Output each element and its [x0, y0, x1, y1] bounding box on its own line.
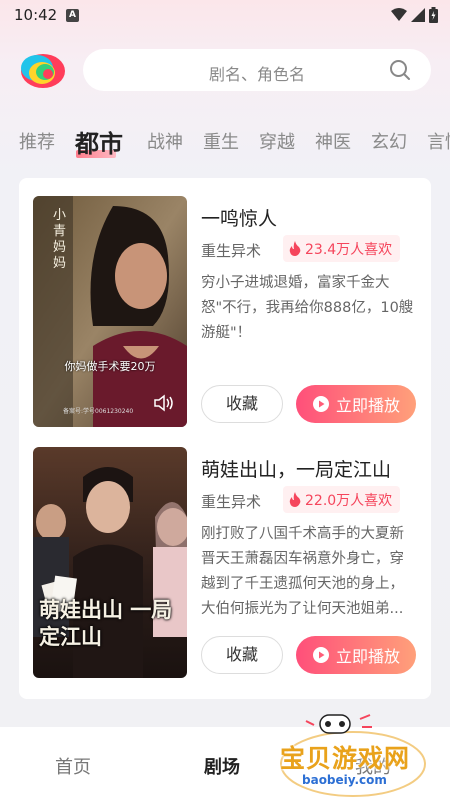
favorite-button[interactable]: 收藏 — [201, 636, 283, 674]
search-placeholder: 剧名、角色名 — [208, 65, 305, 84]
drama-title[interactable]: 一鸣惊人 — [201, 204, 277, 231]
watermark-text: 宝贝游戏网 — [280, 744, 411, 773]
likes-count: 22.0万人喜欢 — [305, 492, 393, 509]
site-watermark: 宝贝游戏网 baobeiy.com — [270, 709, 430, 797]
tab-recommend[interactable]: 推荐 — [19, 128, 55, 154]
tab-war-god[interactable]: 战神 — [147, 128, 183, 154]
drama-list: 小青妈妈 你妈做手术要20万 备案号:学号0061230240 一鸣惊人 重生异… — [19, 178, 431, 699]
tab-fantasy[interactable]: 玄幻 — [371, 128, 407, 154]
poster-vertical-text: 小青妈妈 — [53, 208, 67, 271]
wifi-icon — [391, 8, 407, 21]
search-icon[interactable] — [389, 59, 411, 81]
status-icons — [391, 7, 438, 23]
poster-caption: 你妈做手术要20万 — [64, 360, 156, 373]
drama-description: 穷小子进城退婚，富家千金大怒"不行，我再给你888亿，10艘游艇"！ — [201, 275, 414, 341]
tab-time-travel[interactable]: 穿越 — [259, 128, 295, 154]
status-bar: 10:42 A — [0, 0, 450, 32]
play-now-button[interactable]: 立即播放 — [296, 385, 416, 423]
poster-license: 备案号:学号0061230240 — [63, 408, 134, 415]
play-icon — [312, 647, 329, 663]
notification-icon: A — [66, 9, 79, 22]
play-icon — [312, 396, 329, 412]
play-now-button[interactable]: 立即播放 — [296, 636, 416, 674]
drama-card[interactable]: 小青妈妈 你妈做手术要20万 备案号:学号0061230240 一鸣惊人 重生异… — [19, 178, 431, 427]
tab-divine-doctor[interactable]: 神医 — [315, 128, 351, 154]
status-time: 10:42 — [14, 6, 58, 24]
battery-icon — [429, 7, 438, 23]
app-logo-icon[interactable] — [18, 51, 66, 89]
category-tabs: 推荐 都市 战神 重生 穿越 神医 玄幻 言情 — [0, 124, 450, 160]
drama-poster[interactable]: 小青妈妈 你妈做手术要20万 备案号:学号0061230240 — [33, 196, 187, 427]
tab-rebirth[interactable]: 重生 — [203, 128, 239, 154]
play-now-label: 立即播放 — [335, 396, 400, 415]
search-bar[interactable]: 剧名、角色名 — [83, 49, 431, 91]
favorite-button[interactable]: 收藏 — [201, 385, 283, 423]
volume-icon[interactable] — [153, 394, 175, 412]
flame-icon — [289, 241, 301, 256]
drama-card[interactable]: 萌娃出山 一局定江山 萌娃出山，一局定江山 重生异术 22.0万人喜欢 刚打败了… — [19, 429, 431, 678]
nav-theater[interactable]: 剧场 — [204, 753, 240, 779]
drama-title[interactable]: 萌娃出山，一局定江山 — [201, 455, 391, 482]
drama-genre: 重生异术 — [201, 242, 262, 260]
likes-badge: 22.0万人喜欢 — [283, 486, 401, 513]
poster-title: 萌娃出山 一局定江山 — [39, 598, 173, 649]
watermark-url: baobeiy.com — [302, 773, 387, 787]
drama-poster[interactable]: 萌娃出山 一局定江山 — [33, 447, 187, 678]
play-now-label: 立即播放 — [335, 647, 400, 666]
drama-genre: 重生异术 — [201, 493, 262, 511]
drama-description: 刚打败了八国千术高手的大夏新晋天王萧磊因车祸意外身亡，穿越到了千王遗孤何天池的身… — [201, 526, 404, 617]
likes-count: 23.4万人喜欢 — [305, 241, 393, 258]
signal-icon — [411, 8, 425, 22]
tab-city[interactable]: 都市 — [75, 124, 123, 159]
flame-icon — [289, 492, 301, 507]
likes-badge: 23.4万人喜欢 — [283, 235, 401, 262]
tab-romance[interactable]: 言情 — [427, 128, 450, 154]
nav-home[interactable]: 首页 — [55, 753, 91, 779]
